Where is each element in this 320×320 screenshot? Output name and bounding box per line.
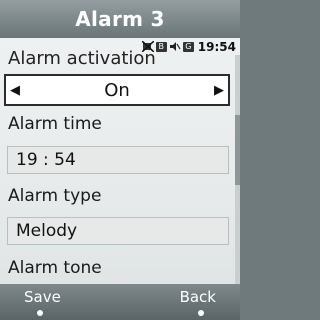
status-time: 19:54 [197, 39, 236, 54]
softkey-bar: Save Back [0, 284, 240, 320]
alarm-edit-screen: Alarm 3 Alarm activation ◀ On ▶ Alarm ti… [0, 0, 240, 320]
alarm-type-label: Alarm type [8, 186, 102, 206]
alarm-activation-selector[interactable]: ◀ On ▶ [4, 74, 230, 106]
alarm-tone-label: Alarm tone [8, 258, 102, 278]
alarm-time-field[interactable]: 19 : 54 [7, 146, 229, 174]
alarm-type-field[interactable]: Melody [7, 217, 229, 245]
alarm-activation-value: On [104, 79, 130, 101]
signal-icon: G [182, 41, 194, 52]
alarm-time-label: Alarm time [8, 114, 102, 134]
page-title: Alarm 3 [75, 7, 165, 31]
left-arrow-icon[interactable]: ◀ [6, 76, 24, 104]
back-softkey[interactable]: Back [180, 288, 216, 306]
scrollbar-thumb[interactable] [235, 115, 240, 185]
settings-list[interactable]: Alarm activation ◀ On ▶ Alarm time 19 : … [0, 38, 234, 284]
save-softkey[interactable]: Save [24, 288, 61, 306]
message-icon: B [155, 41, 167, 52]
muted-speaker-icon [169, 41, 181, 53]
no-sim-icon [141, 41, 154, 53]
back-indicator-dot [198, 310, 204, 316]
right-arrow-icon[interactable]: ▶ [210, 76, 228, 104]
save-indicator-dot [37, 310, 43, 316]
scrollbar[interactable] [235, 55, 240, 285]
status-bar: B G 19:54 [0, 38, 240, 55]
title-bar: Alarm 3 [0, 0, 240, 38]
